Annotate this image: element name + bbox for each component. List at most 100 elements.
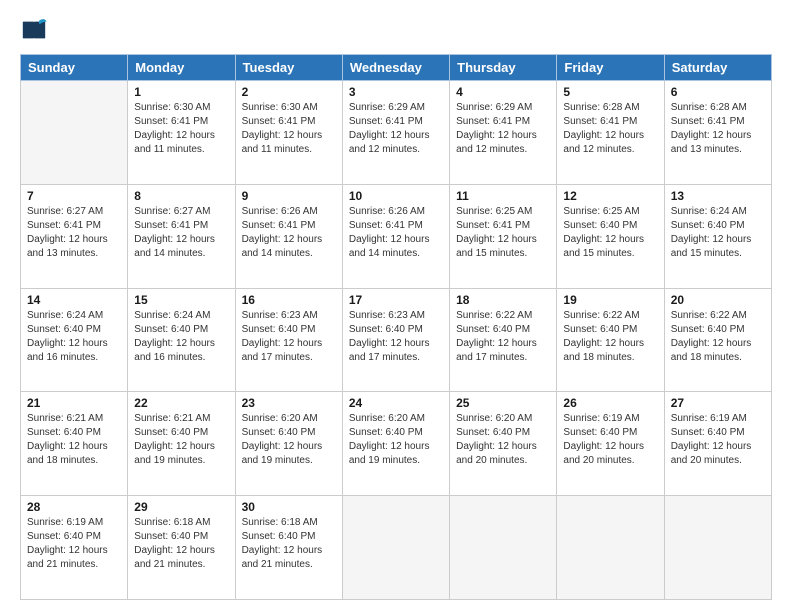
day-number: 2 xyxy=(242,85,336,99)
day-cell xyxy=(450,496,557,600)
day-info: Sunrise: 6:21 AM Sunset: 6:40 PM Dayligh… xyxy=(27,412,121,468)
day-info: Sunrise: 6:21 AM Sunset: 6:40 PM Dayligh… xyxy=(134,412,228,468)
day-number: 28 xyxy=(27,500,121,514)
day-number: 3 xyxy=(349,85,443,99)
day-info: Sunrise: 6:18 AM Sunset: 6:40 PM Dayligh… xyxy=(242,516,336,572)
day-cell xyxy=(557,496,664,600)
day-number: 15 xyxy=(134,293,228,307)
header-sunday: Sunday xyxy=(21,55,128,81)
day-number: 6 xyxy=(671,85,765,99)
day-number: 17 xyxy=(349,293,443,307)
day-cell: 19 Sunrise: 6:22 AM Sunset: 6:40 PM Dayli… xyxy=(557,288,664,392)
day-cell xyxy=(342,496,449,600)
day-info: Sunrise: 6:20 AM Sunset: 6:40 PM Dayligh… xyxy=(242,412,336,468)
day-cell: 6 Sunrise: 6:28 AM Sunset: 6:41 PM Daylig… xyxy=(664,81,771,185)
day-info: Sunrise: 6:28 AM Sunset: 6:41 PM Dayligh… xyxy=(671,101,765,157)
day-info: Sunrise: 6:19 AM Sunset: 6:40 PM Dayligh… xyxy=(563,412,657,468)
day-number: 8 xyxy=(134,189,228,203)
day-number: 5 xyxy=(563,85,657,99)
day-info: Sunrise: 6:18 AM Sunset: 6:40 PM Dayligh… xyxy=(134,516,228,572)
week-row-4: 21Sunrise: 6:21 AM Sunset: 6:40 PM Dayli… xyxy=(21,392,772,496)
day-info: Sunrise: 6:25 AM Sunset: 6:40 PM Dayligh… xyxy=(563,205,657,261)
week-row-1: 1 Sunrise: 6:30 AM Sunset: 6:41 PM Daylig… xyxy=(21,81,772,185)
calendar-table: SundayMondayTuesdayWednesdayThursdayFrid… xyxy=(20,54,772,600)
day-number: 23 xyxy=(242,396,336,410)
day-cell: 3 Sunrise: 6:29 AM Sunset: 6:41 PM Daylig… xyxy=(342,81,449,185)
header-saturday: Saturday xyxy=(664,55,771,81)
day-cell xyxy=(21,81,128,185)
header xyxy=(20,16,772,44)
day-cell: 16Sunrise: 6:23 AM Sunset: 6:40 PM Dayli… xyxy=(235,288,342,392)
day-number: 30 xyxy=(242,500,336,514)
day-number: 1 xyxy=(134,85,228,99)
day-info: Sunrise: 6:19 AM Sunset: 6:40 PM Dayligh… xyxy=(27,516,121,572)
day-number: 10 xyxy=(349,189,443,203)
day-number: 22 xyxy=(134,396,228,410)
day-info: Sunrise: 6:23 AM Sunset: 6:40 PM Dayligh… xyxy=(242,309,336,365)
day-cell: 15Sunrise: 6:24 AM Sunset: 6:40 PM Dayli… xyxy=(128,288,235,392)
day-number: 26 xyxy=(563,396,657,410)
day-info: Sunrise: 6:22 AM Sunset: 6:40 PM Dayligh… xyxy=(563,309,657,365)
day-number: 7 xyxy=(27,189,121,203)
day-cell: 1 Sunrise: 6:30 AM Sunset: 6:41 PM Daylig… xyxy=(128,81,235,185)
day-cell: 27Sunrise: 6:19 AM Sunset: 6:40 PM Dayli… xyxy=(664,392,771,496)
day-cell: 23 Sunrise: 6:20 AM Sunset: 6:40 PM Dayli… xyxy=(235,392,342,496)
logo-icon xyxy=(20,16,48,44)
day-number: 20 xyxy=(671,293,765,307)
day-cell: 14 Sunrise: 6:24 AM Sunset: 6:40 PM Dayli… xyxy=(21,288,128,392)
day-number: 29 xyxy=(134,500,228,514)
header-friday: Friday xyxy=(557,55,664,81)
week-row-5: 28 Sunrise: 6:19 AM Sunset: 6:40 PM Dayli… xyxy=(21,496,772,600)
day-cell: 26 Sunrise: 6:19 AM Sunset: 6:40 PM Dayli… xyxy=(557,392,664,496)
day-number: 14 xyxy=(27,293,121,307)
week-row-3: 14 Sunrise: 6:24 AM Sunset: 6:40 PM Dayli… xyxy=(21,288,772,392)
day-number: 25 xyxy=(456,396,550,410)
day-number: 27 xyxy=(671,396,765,410)
day-info: Sunrise: 6:22 AM Sunset: 6:40 PM Dayligh… xyxy=(671,309,765,365)
day-info: Sunrise: 6:20 AM Sunset: 6:40 PM Dayligh… xyxy=(349,412,443,468)
day-cell: 11 Sunrise: 6:25 AM Sunset: 6:41 PM Dayli… xyxy=(450,184,557,288)
day-info: Sunrise: 6:26 AM Sunset: 6:41 PM Dayligh… xyxy=(349,205,443,261)
day-info: Sunrise: 6:22 AM Sunset: 6:40 PM Dayligh… xyxy=(456,309,550,365)
day-info: Sunrise: 6:20 AM Sunset: 6:40 PM Dayligh… xyxy=(456,412,550,468)
header-wednesday: Wednesday xyxy=(342,55,449,81)
day-cell: 8 Sunrise: 6:27 AM Sunset: 6:41 PM Daylig… xyxy=(128,184,235,288)
day-number: 13 xyxy=(671,189,765,203)
day-info: Sunrise: 6:29 AM Sunset: 6:41 PM Dayligh… xyxy=(349,101,443,157)
day-info: Sunrise: 6:30 AM Sunset: 6:41 PM Dayligh… xyxy=(134,101,228,157)
day-cell: 25 Sunrise: 6:20 AM Sunset: 6:40 PM Dayli… xyxy=(450,392,557,496)
day-cell: 4Sunrise: 6:29 AM Sunset: 6:41 PM Daylig… xyxy=(450,81,557,185)
day-number: 11 xyxy=(456,189,550,203)
day-info: Sunrise: 6:27 AM Sunset: 6:41 PM Dayligh… xyxy=(27,205,121,261)
header-tuesday: Tuesday xyxy=(235,55,342,81)
day-info: Sunrise: 6:24 AM Sunset: 6:40 PM Dayligh… xyxy=(671,205,765,261)
day-cell: 5Sunrise: 6:28 AM Sunset: 6:41 PM Daylig… xyxy=(557,81,664,185)
day-cell: 2 Sunrise: 6:30 AM Sunset: 6:41 PM Daylig… xyxy=(235,81,342,185)
day-cell xyxy=(664,496,771,600)
page: SundayMondayTuesdayWednesdayThursdayFrid… xyxy=(0,0,792,612)
day-cell: 21Sunrise: 6:21 AM Sunset: 6:40 PM Dayli… xyxy=(21,392,128,496)
week-row-2: 7 Sunrise: 6:27 AM Sunset: 6:41 PM Daylig… xyxy=(21,184,772,288)
day-cell: 20 Sunrise: 6:22 AM Sunset: 6:40 PM Dayli… xyxy=(664,288,771,392)
day-number: 9 xyxy=(242,189,336,203)
logo xyxy=(20,16,52,44)
day-cell: 7 Sunrise: 6:27 AM Sunset: 6:41 PM Daylig… xyxy=(21,184,128,288)
day-cell: 9 Sunrise: 6:26 AM Sunset: 6:41 PM Daylig… xyxy=(235,184,342,288)
header-monday: Monday xyxy=(128,55,235,81)
header-thursday: Thursday xyxy=(450,55,557,81)
day-cell: 13 Sunrise: 6:24 AM Sunset: 6:40 PM Dayli… xyxy=(664,184,771,288)
day-cell: 18 Sunrise: 6:22 AM Sunset: 6:40 PM Dayli… xyxy=(450,288,557,392)
day-info: Sunrise: 6:23 AM Sunset: 6:40 PM Dayligh… xyxy=(349,309,443,365)
day-cell: 17 Sunrise: 6:23 AM Sunset: 6:40 PM Dayli… xyxy=(342,288,449,392)
day-info: Sunrise: 6:25 AM Sunset: 6:41 PM Dayligh… xyxy=(456,205,550,261)
day-info: Sunrise: 6:29 AM Sunset: 6:41 PM Dayligh… xyxy=(456,101,550,157)
day-cell: 12Sunrise: 6:25 AM Sunset: 6:40 PM Dayli… xyxy=(557,184,664,288)
day-info: Sunrise: 6:30 AM Sunset: 6:41 PM Dayligh… xyxy=(242,101,336,157)
day-number: 24 xyxy=(349,396,443,410)
day-info: Sunrise: 6:27 AM Sunset: 6:41 PM Dayligh… xyxy=(134,205,228,261)
calendar-header-row: SundayMondayTuesdayWednesdayThursdayFrid… xyxy=(21,55,772,81)
day-info: Sunrise: 6:24 AM Sunset: 6:40 PM Dayligh… xyxy=(27,309,121,365)
day-number: 18 xyxy=(456,293,550,307)
day-info: Sunrise: 6:26 AM Sunset: 6:41 PM Dayligh… xyxy=(242,205,336,261)
day-number: 19 xyxy=(563,293,657,307)
